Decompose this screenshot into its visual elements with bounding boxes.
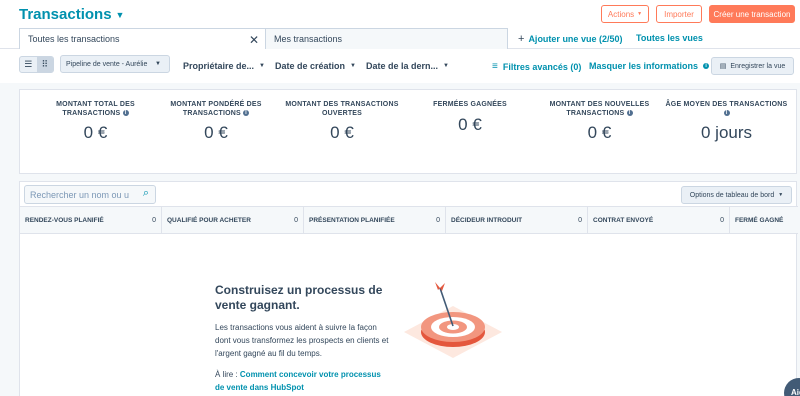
column-count: 0 [152, 217, 156, 224]
stat-value: 0 € [83, 123, 108, 142]
stat-total-amount: Montant total des transactions i 0 € [38, 101, 153, 143]
tab-my-deals[interactable]: Mes transactions [265, 28, 508, 49]
deal-board: Rechercher un nom ou u ⌕ Options de tabl… [19, 181, 798, 396]
info-icon: i [703, 63, 710, 69]
column-label: QUALIFIÉ POUR ACHETER [167, 217, 251, 224]
board-columns: RENDEZ-VOUS PLANIFIÉ 0 QUALIFIÉ POUR ACH… [20, 206, 798, 234]
save-icon: ▤ [719, 63, 727, 70]
column-label: PRÉSENTATION PLANIFIÉE [309, 217, 395, 224]
stat-value: 0 € [330, 123, 354, 142]
chevron-down-icon: ▼ [778, 192, 784, 198]
advanced-filters-label: Filtres avancés (0) [502, 61, 582, 72]
actions-button[interactable]: Actions ▼ [601, 5, 649, 23]
chevron-down-icon: ▼ [259, 63, 265, 69]
owner-filter-label: Propriétaire de... [183, 61, 255, 71]
empty-state-title: Construisez un processus de vente gagnan… [215, 283, 383, 312]
info-icon[interactable]: i [122, 109, 129, 116]
read-article-link[interactable]: Comment concevoir votre processus de ven… [215, 370, 381, 392]
page-title[interactable]: Transactions ▼ [19, 6, 124, 23]
all-views-link[interactable]: Toutes les vues [636, 33, 703, 43]
chevron-down-icon: ▼ [350, 63, 356, 69]
last-activity-filter[interactable]: Date de la dern... ▼ [366, 61, 449, 71]
page-title-text: Transactions [19, 6, 112, 23]
board-view-icon[interactable]: ⠿ [36, 57, 53, 72]
read-prefix: À lire : [215, 370, 240, 379]
column-count: 0 [578, 217, 582, 224]
stat-closed-won: Fermées gagnées 0 € [420, 101, 520, 135]
save-view-button[interactable]: ▤ Enregistrer la vue [711, 57, 794, 75]
stat-value: 0 € [458, 114, 482, 134]
stat-label: Montant des nouvelles transactions [549, 101, 650, 117]
stat-new-deals-amount: Montant des nouvelles transactions i 0 € [547, 101, 652, 143]
stat-label: Montant des transactions ouvertes [285, 101, 399, 117]
tab-all-deals[interactable]: Toutes les transactions ✕ [19, 28, 266, 49]
stat-label: Fermées gagnées [433, 101, 507, 108]
column-closed-won[interactable]: FERMÉ GAGNÉ [730, 207, 798, 234]
column-count: 0 [720, 217, 724, 224]
add-view-label: Ajouter une vue (2/50) [528, 34, 623, 44]
search-icon[interactable]: ⌕ [143, 187, 149, 200]
column-count: 0 [294, 217, 298, 224]
filter-bar: ☰ ⠿ Pipeline de vente - Aurélie ▼ Propri… [0, 49, 800, 83]
target-illustration [404, 282, 502, 358]
column-decision-maker[interactable]: DÉCIDEUR INTRODUIT 0 [446, 207, 588, 234]
import-button[interactable]: Importer [656, 5, 702, 23]
chevron-down-icon: ▼ [443, 63, 449, 69]
board-options-button[interactable]: Options de tableau de bord ▼ [681, 186, 792, 204]
save-view-label: Enregistrer la vue [730, 62, 786, 70]
created-date-filter[interactable]: Date de création ▼ [275, 61, 356, 71]
empty-state-text: Les transactions vous aident à suivre la… [215, 323, 389, 358]
column-label: CONTRAT ENVOYÉ [593, 217, 654, 224]
owner-filter[interactable]: Propriétaire de... ▼ [183, 61, 265, 71]
stat-average-age: Âge moyen des transactions i 0 jours [664, 101, 789, 143]
stat-value: 0 € [204, 123, 228, 142]
view-tabs: Toutes les transactions ✕ Mes transactio… [0, 28, 800, 49]
chevron-down-icon: ▼ [155, 61, 161, 67]
search-input[interactable]: Rechercher un nom ou u ⌕ [24, 185, 156, 204]
column-label: DÉCIDEUR INTRODUIT [451, 217, 523, 224]
last-filter-label: Date de la dern... [366, 61, 439, 71]
column-label: FERMÉ GAGNÉ [735, 217, 784, 224]
hide-insights-label: Masquer les informations [589, 61, 699, 71]
board-options-label: Options de tableau de bord [689, 191, 775, 199]
stat-open-amount: Montant des transactions ouvertes 0 € [282, 101, 402, 143]
column-presentation-scheduled[interactable]: PRÉSENTATION PLANIFIÉE 0 [304, 207, 446, 234]
column-contract-sent[interactable]: CONTRAT ENVOYÉ 0 [588, 207, 730, 234]
chevron-down-icon: ▼ [637, 11, 643, 17]
stat-weighted-amount: Montant pondéré des transactions i 0 € [166, 101, 266, 143]
top-bar: Transactions ▼ Actions ▼ Importer Créer … [0, 0, 800, 28]
stat-value: 0 jours [700, 123, 753, 142]
hide-insights-button[interactable]: Masquer les informations i [589, 61, 710, 71]
list-view-icon[interactable]: ☰ [20, 57, 37, 72]
close-icon[interactable]: ✕ [249, 33, 259, 47]
view-toggle: ☰ ⠿ [19, 56, 54, 73]
created-filter-label: Date de création [275, 61, 346, 71]
column-qualified-to-buy[interactable]: QUALIFIÉ POUR ACHETER 0 [162, 207, 304, 234]
create-deal-button[interactable]: Créer une transaction [709, 5, 795, 23]
info-icon[interactable]: i [723, 109, 730, 116]
tab-label: Mes transactions [274, 34, 343, 44]
pipeline-label: Pipeline de vente - Aurélie [66, 60, 148, 68]
tab-label: Toutes les transactions [28, 34, 120, 44]
plus-icon: + [518, 33, 525, 45]
stat-value: 0 € [587, 123, 612, 142]
actions-label: Actions [607, 9, 635, 19]
empty-state-read-more: À lire : Comment concevoir votre process… [215, 368, 390, 394]
pipeline-select[interactable]: Pipeline de vente - Aurélie ▼ [60, 55, 170, 73]
chevron-down-icon: ▼ [115, 9, 125, 20]
advanced-filters-button[interactable]: ≡ Filtres avancés (0) [492, 61, 581, 72]
column-meeting-scheduled[interactable]: RENDEZ-VOUS PLANIFIÉ 0 [20, 207, 162, 234]
deal-statistics: Montant total des transactions i 0 € Mon… [19, 89, 797, 174]
filter-icon: ≡ [492, 61, 498, 72]
info-icon[interactable]: i [626, 109, 633, 116]
column-count: 0 [436, 217, 440, 224]
column-label: RENDEZ-VOUS PLANIFIÉ [25, 217, 104, 224]
stat-label: Âge moyen des transactions [665, 101, 788, 108]
search-placeholder: Rechercher un nom ou u [30, 189, 130, 200]
info-icon[interactable]: i [243, 109, 250, 116]
add-view-link[interactable]: + Ajouter une vue (2/50) [518, 33, 622, 45]
